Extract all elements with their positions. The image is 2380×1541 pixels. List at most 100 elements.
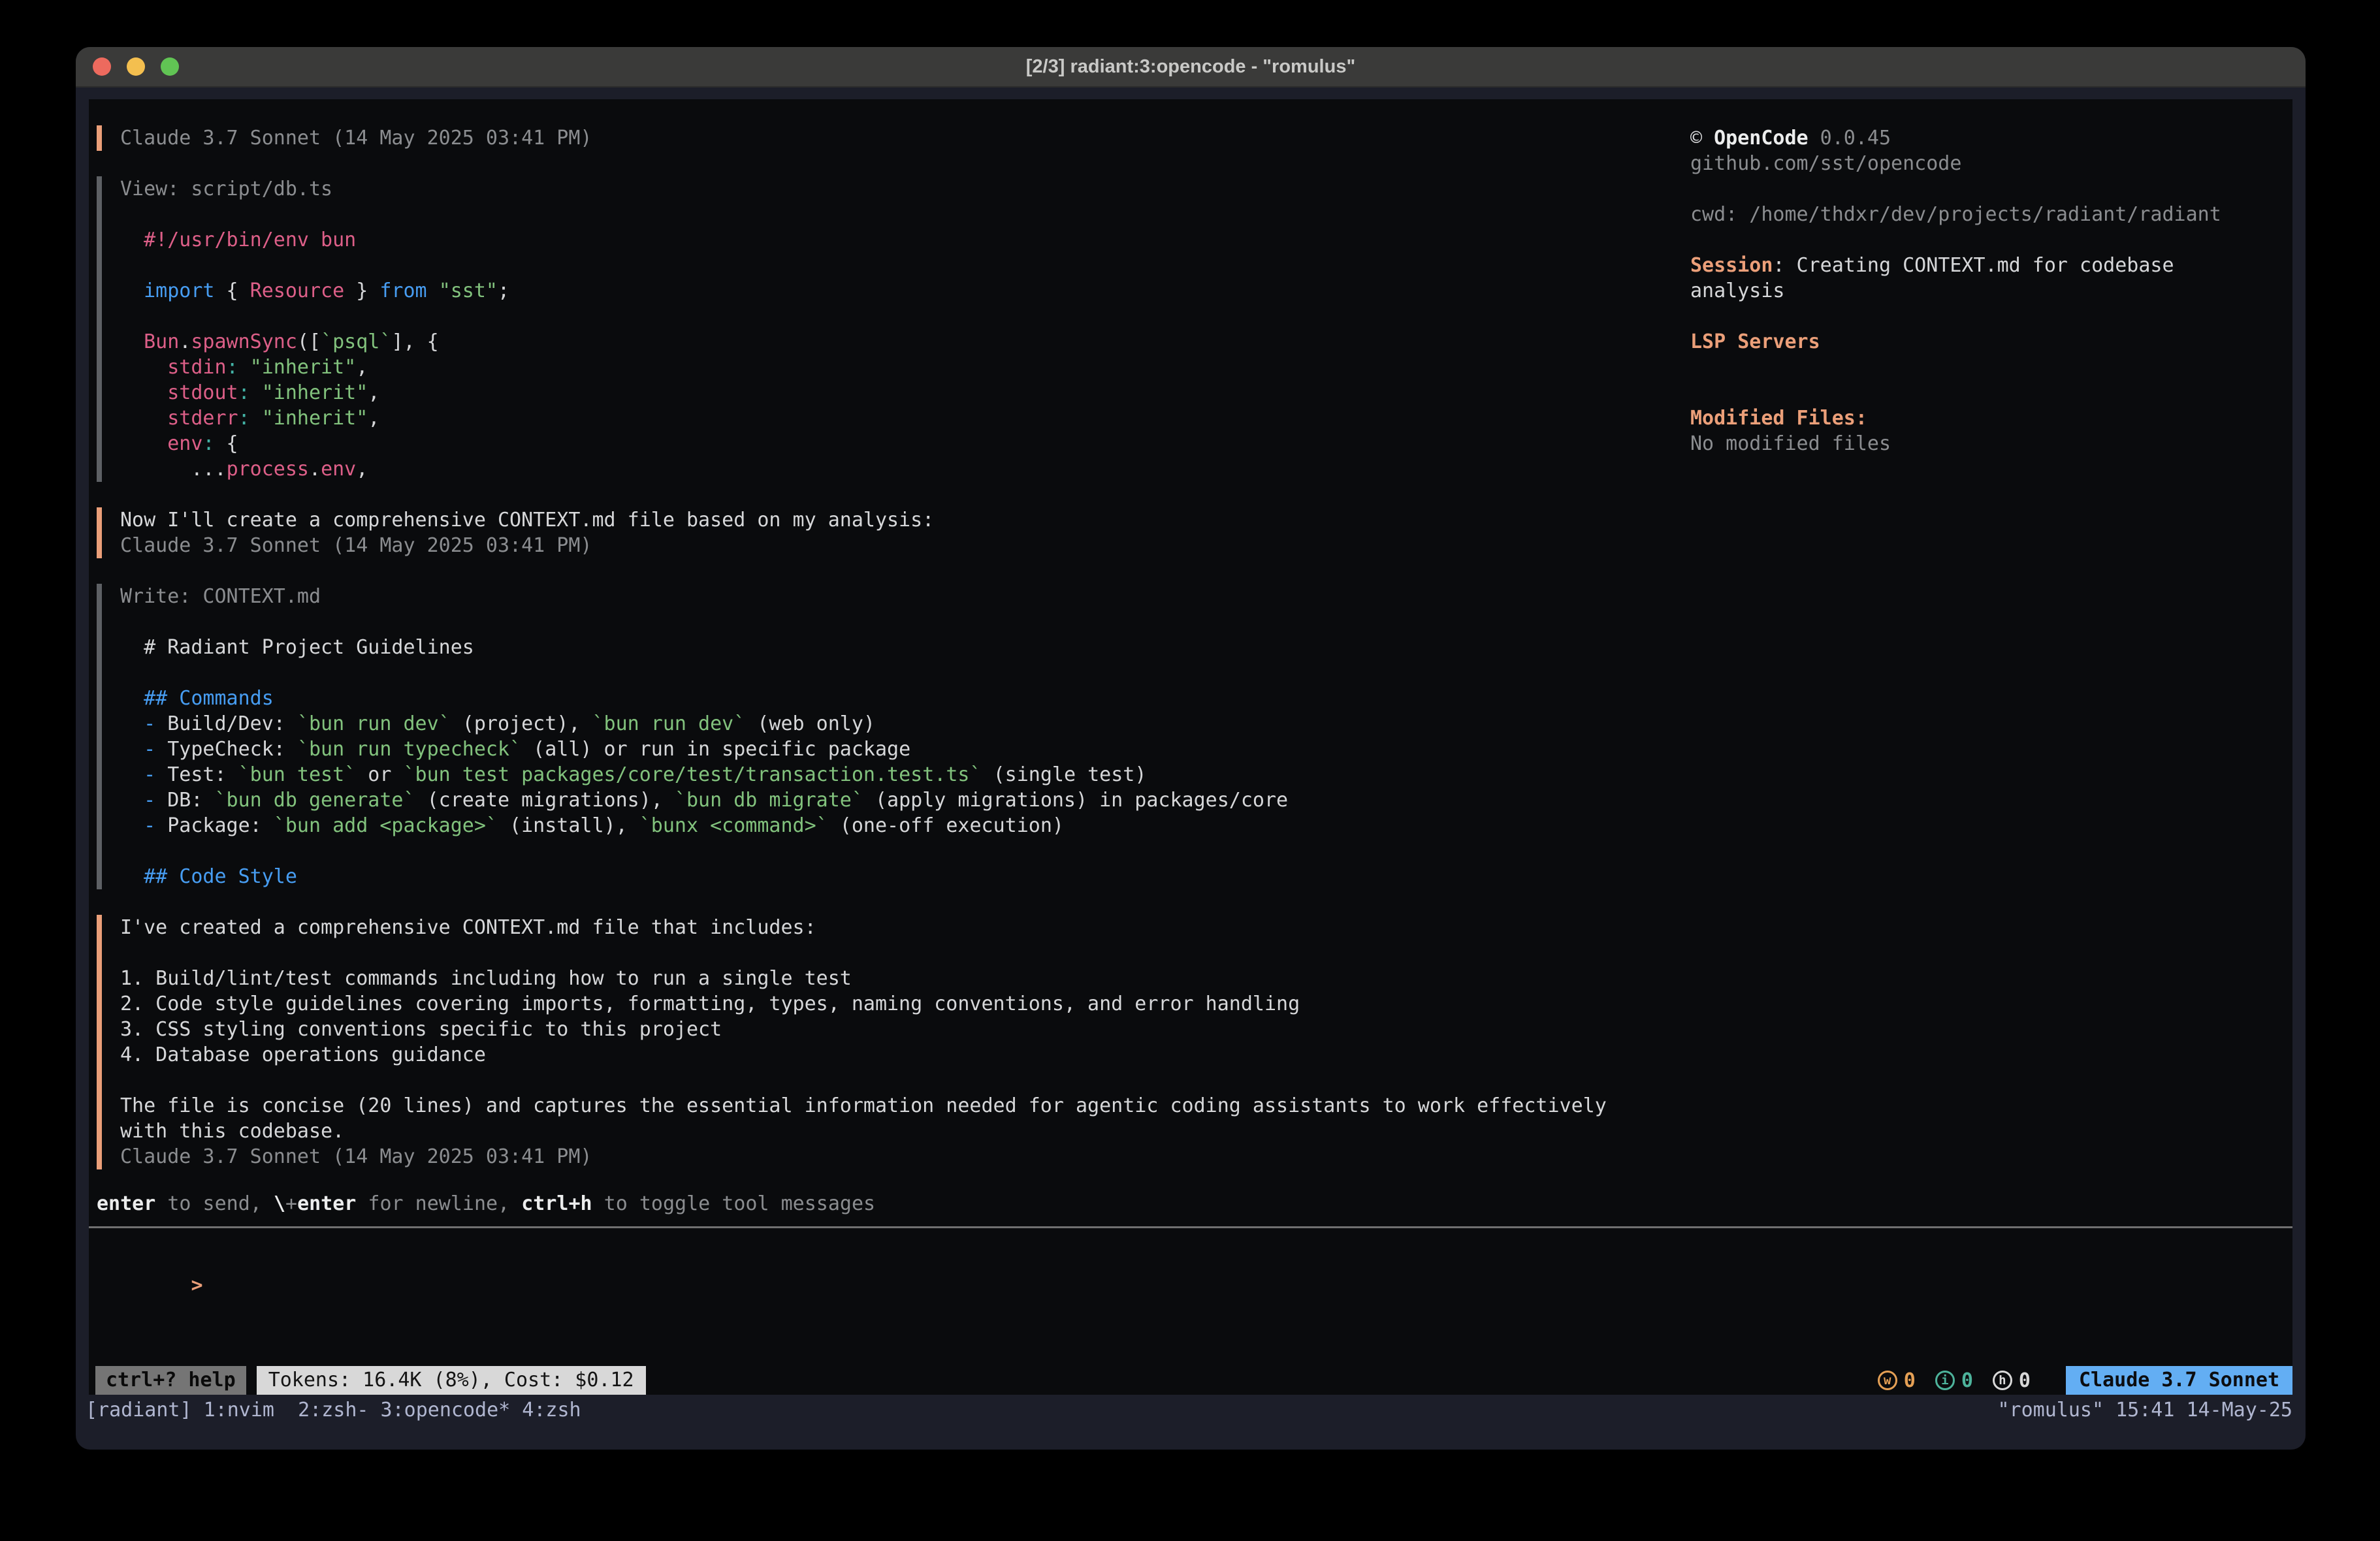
text-segment: env	[120, 432, 202, 455]
text-segment: to send,	[155, 1192, 274, 1215]
text-segment	[120, 279, 144, 302]
text-segment: 1. Build/lint/test commands including ho…	[120, 967, 852, 990]
maximize-button[interactable]	[161, 57, 179, 76]
text-segment: enter	[297, 1192, 356, 1215]
text-line: # Radiant Project Guidelines	[120, 635, 1645, 660]
text-line: Write: CONTEXT.md	[120, 584, 1645, 609]
text-line	[120, 660, 1645, 686]
text-segment: (web only)	[745, 712, 875, 735]
text-segment: :	[202, 432, 214, 455]
text-segment: Resource	[250, 279, 345, 302]
diagnostics-warnings: w 0	[1878, 1368, 1916, 1393]
text-segment: Bun	[144, 330, 179, 353]
text-line	[1690, 176, 2285, 202]
text-segment: : Creating CONTEXT.md for codebase	[1773, 254, 2174, 277]
info-sidebar: © OpenCode 0.0.45github.com/sst/opencode…	[1690, 125, 2285, 456]
warning-icon: w	[1878, 1371, 1897, 1390]
desktop-background: [2/3] radiant:3:opencode - "romulus" Cla…	[0, 0, 2380, 1541]
text-line: 1. Build/lint/test commands including ho…	[120, 966, 1645, 991]
minimize-button[interactable]	[127, 57, 145, 76]
text-segment: Package:	[167, 814, 274, 837]
text-line: Modified Files:	[1690, 405, 2285, 431]
text-segment: ([	[297, 330, 321, 353]
terminal-content: Claude 3.7 Sonnet (14 May 2025 03:41 PM)…	[89, 99, 2292, 1395]
tool-view-block: View: script/db.ts #!/usr/bin/env bun im…	[97, 176, 1645, 482]
close-button[interactable]	[93, 57, 111, 76]
text-line: - Package: `bun add <package>` (install)…	[120, 813, 1645, 838]
text-line	[1690, 355, 2285, 380]
text-segment: .	[309, 458, 321, 481]
traffic-lights	[93, 47, 179, 86]
text-line: stdout: "inherit",	[120, 380, 1645, 405]
text-line: I've created a comprehensive CONTEXT.md …	[120, 915, 1645, 940]
text-line: github.com/sst/opencode	[1690, 151, 2285, 176]
text-segment: stdout	[120, 381, 238, 404]
text-segment: `psql`	[321, 330, 391, 353]
info-icon: i	[1935, 1371, 1955, 1390]
text-line: ## Code Style	[120, 864, 1645, 889]
text-line: env: {	[120, 431, 1645, 456]
text-segment: ...	[120, 458, 227, 481]
text-segment: ;	[498, 279, 509, 302]
text-line: 3. CSS styling conventions specific to t…	[120, 1017, 1645, 1042]
text-segment	[120, 330, 144, 353]
text-segment: `bun db generate`	[215, 789, 415, 812]
text-segment: View: script/db.ts	[120, 178, 332, 200]
text-segment: The file is concise (20 lines) and captu…	[120, 1094, 1607, 1117]
prompt-caret[interactable]: >	[191, 1274, 203, 1297]
text-segment: `bun run typecheck`	[297, 738, 521, 761]
diagnostics-hints: h 0	[1993, 1368, 2031, 1393]
window-title: [2/3] radiant:3:opencode - "romulus"	[1026, 56, 1355, 78]
text-segment: No modified files	[1690, 432, 1891, 455]
text-segment: Modified Files:	[1690, 407, 1867, 430]
text-segment: (single test)	[982, 763, 1147, 786]
text-segment: DB:	[167, 789, 214, 812]
text-segment: ,	[368, 381, 379, 404]
text-segment: :	[227, 356, 238, 379]
text-line: stderr: "inherit",	[120, 405, 1645, 431]
text-segment: "inherit"	[250, 356, 357, 379]
text-segment: cwd: /home/thdxr/dev/projects/radiant/ra…	[1690, 203, 2221, 226]
text-line	[1690, 380, 2285, 405]
chat-transcript: Claude 3.7 Sonnet (14 May 2025 03:41 PM)…	[97, 125, 1645, 1195]
text-segment: ctrl+h	[521, 1192, 592, 1215]
hint-icon: h	[1993, 1371, 2012, 1390]
text-line	[120, 253, 1645, 278]
text-line	[1690, 227, 2285, 253]
editor-divider	[89, 1226, 2292, 1228]
text-segment: Now I'll create a comprehensive CONTEXT.…	[120, 509, 934, 532]
text-line: Claude 3.7 Sonnet (14 May 2025 03:41 PM)	[120, 125, 1645, 151]
text-segment: stderr	[120, 407, 238, 430]
text-line: Bun.spawnSync([`psql`], {	[120, 329, 1645, 355]
text-segment: LSP Servers	[1690, 330, 1820, 353]
text-segment: `bun test`	[238, 763, 357, 786]
text-segment	[427, 279, 439, 302]
text-line: LSP Servers	[1690, 329, 2285, 355]
text-segment	[250, 381, 262, 404]
keybinding-hint: enter to send, \+enter for newline, ctrl…	[97, 1191, 875, 1216]
tmux-session-windows[interactable]: [radiant] 1:nvim 2:zsh- 3:opencode* 4:zs…	[86, 1397, 581, 1423]
text-segment: 2. Code style guidelines covering import…	[120, 993, 1300, 1015]
text-line: © OpenCode 0.0.45	[1690, 125, 2285, 151]
text-segment: github.com/sst/opencode	[1690, 152, 1961, 175]
text-segment: ,	[356, 356, 368, 379]
text-line: 4. Database operations guidance	[120, 1042, 1645, 1068]
text-segment: Claude 3.7 Sonnet (14 May 2025 03:41 PM)	[120, 1145, 592, 1168]
text-segment: `bun add <package>`	[274, 814, 498, 837]
text-line: Claude 3.7 Sonnet (14 May 2025 03:41 PM)	[120, 1144, 1645, 1169]
text-segment: (one-off execution)	[828, 814, 1064, 837]
info-count: 0	[1961, 1368, 1973, 1393]
text-segment: ,	[368, 407, 379, 430]
tmux-status-bar: [radiant] 1:nvim 2:zsh- 3:opencode* 4:zs…	[86, 1397, 2292, 1423]
text-segment: }	[344, 279, 379, 302]
text-line	[120, 838, 1645, 864]
text-segment: (project),	[451, 712, 592, 735]
warning-count: 0	[1904, 1368, 1916, 1393]
message-input-area[interactable]: >	[97, 1247, 2278, 1273]
text-segment: :	[238, 407, 250, 430]
text-segment: (apply migrations) in packages/core	[863, 789, 1288, 812]
text-segment: Build/Dev:	[167, 712, 297, 735]
assistant-message-block: Now I'll create a comprehensive CONTEXT.…	[97, 507, 1645, 558]
titlebar[interactable]: [2/3] radiant:3:opencode - "romulus"	[76, 47, 2306, 87]
text-segment: ## Code Style	[120, 865, 297, 888]
